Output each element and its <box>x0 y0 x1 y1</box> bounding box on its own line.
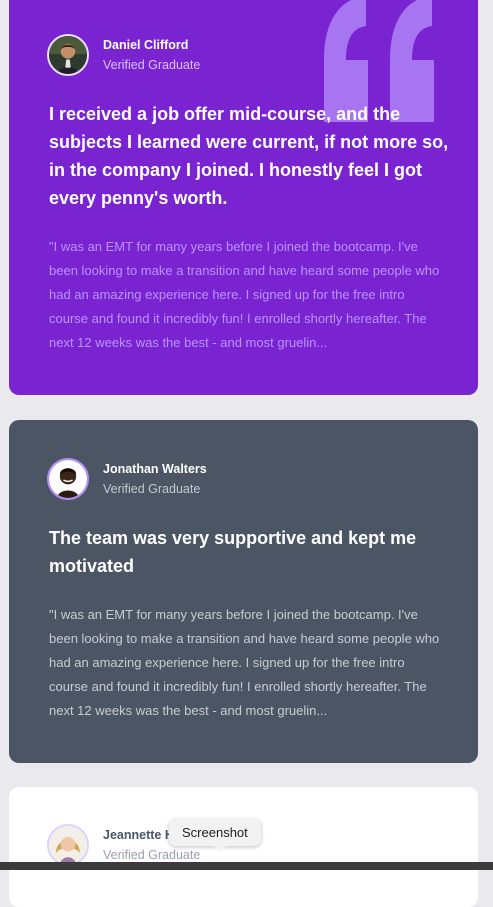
author-meta: Jonathan Walters Verified Graduate <box>103 459 207 499</box>
avatar-daniel <box>47 34 89 76</box>
author-block: Daniel Clifford Verified Graduate <box>47 33 200 77</box>
testimonial-card-jonathan: Jonathan Walters Verified Graduate The t… <box>9 420 478 763</box>
testimonial-excerpt: "I was an EMT for many years before I jo… <box>49 607 440 718</box>
testimonial-excerpt: "I was an EMT for many years before I jo… <box>49 239 440 350</box>
avatar-jonathan <box>47 458 89 500</box>
tooltip-label: Screenshot <box>182 825 248 840</box>
author-name: Daniel Clifford <box>103 38 189 52</box>
author-block: Jonathan Walters Verified Graduate <box>47 457 207 501</box>
bottom-strip <box>0 862 493 870</box>
author-role: Verified Graduate <box>103 58 201 72</box>
screenshot-tooltip: Screenshot <box>169 819 261 852</box>
author-role: Verified Graduate <box>103 482 201 496</box>
testimonial-headline: I received a job offer mid-course, and t… <box>49 104 449 208</box>
testimonial-card-jeannette: Jeannette H Verified Graduate <box>9 787 478 907</box>
author-name: Jonathan Walters <box>103 462 207 476</box>
avatar-jeannette <box>47 824 89 866</box>
testimonial-card-daniel: Daniel Clifford Verified Graduate I rece… <box>9 0 478 395</box>
testimonial-headline: The team was very supportive and kept me… <box>49 528 417 576</box>
author-meta: Daniel Clifford Verified Graduate <box>103 35 200 75</box>
